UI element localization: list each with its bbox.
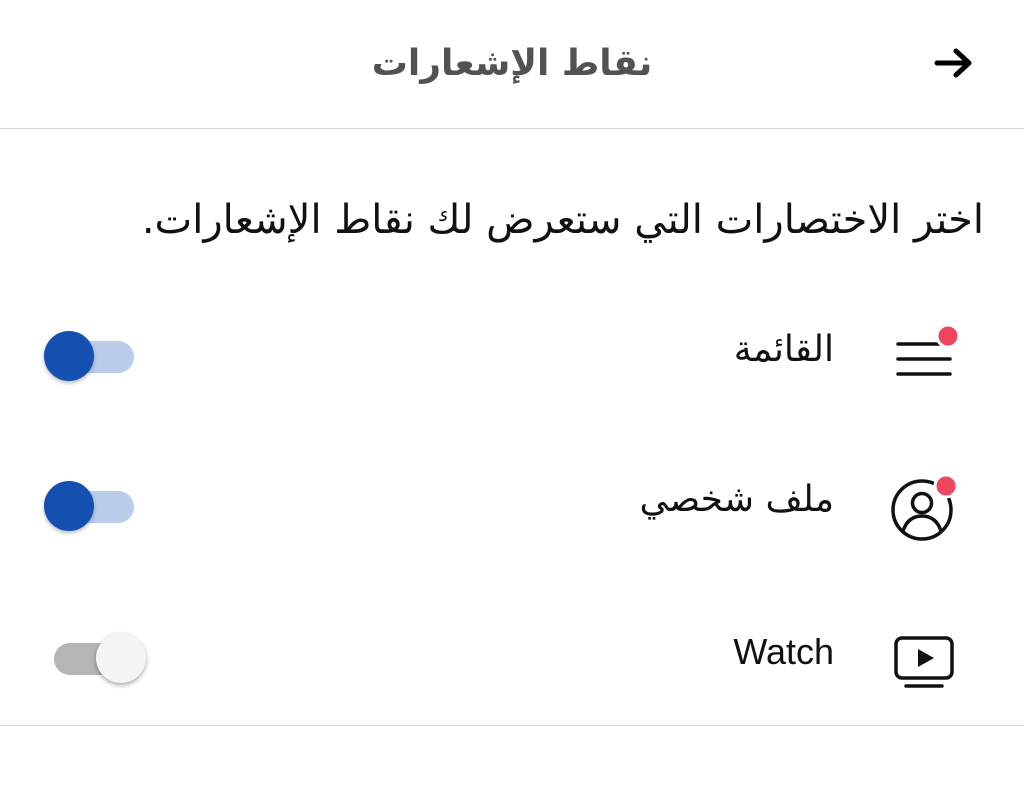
badge-dot [933, 473, 959, 499]
watch-icon [888, 624, 960, 696]
menu-icon [888, 322, 960, 394]
page-title: نقاط الإشعارات [371, 43, 653, 84]
toggle-knob [44, 481, 94, 531]
setting-label-menu: القائمة [733, 329, 834, 370]
setting-label-watch: Watch [733, 631, 834, 672]
toggle-knob [44, 331, 94, 381]
setting-row-profile[interactable]: ملف شخصي [0, 445, 1024, 555]
toggle-profile[interactable] [40, 479, 150, 531]
toggle-menu[interactable] [40, 329, 150, 381]
profile-icon [888, 472, 960, 544]
badge-dot [935, 323, 960, 349]
divider [0, 725, 1024, 726]
toggle-watch[interactable] [40, 631, 150, 683]
header-bar: نقاط الإشعارات [0, 0, 1024, 129]
setting-row-watch[interactable]: Watch [0, 597, 1024, 707]
toggle-knob [96, 633, 146, 683]
setting-row-menu[interactable]: القائمة [0, 295, 1024, 405]
description-text: اختر الاختصارات التي ستعرض لك نقاط الإشع… [141, 197, 984, 243]
setting-label-profile: ملف شخصي [639, 479, 834, 520]
notification-dots-settings-page: نقاط الإشعارات اختر الاختصارات التي ستعر… [0, 0, 1024, 803]
